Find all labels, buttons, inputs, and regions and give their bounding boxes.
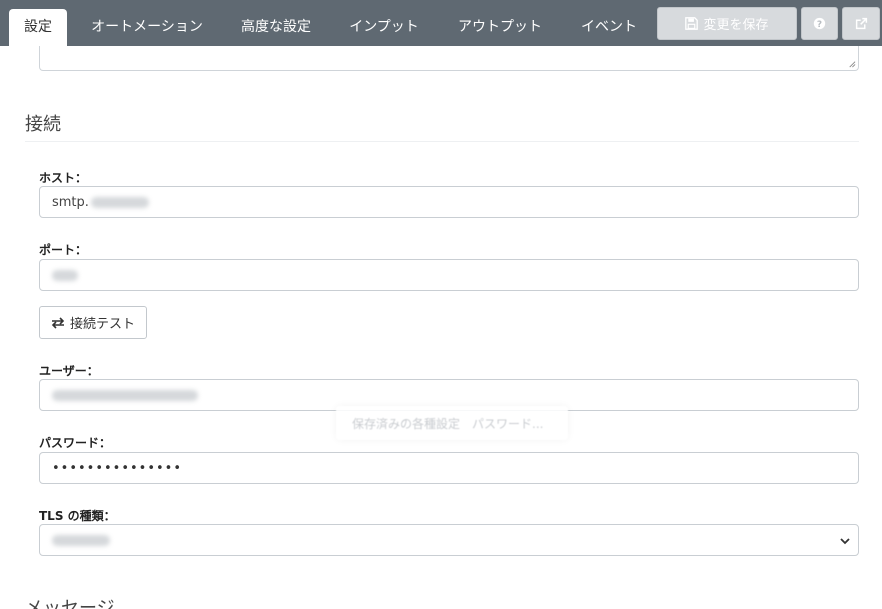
tls-type-select[interactable] (39, 524, 859, 556)
redacted-port (52, 269, 78, 281)
chevron-down-icon (840, 538, 850, 545)
host-label: ホスト： (39, 171, 88, 185)
tab-advanced-settings[interactable]: 高度な設定 (230, 9, 322, 46)
top-tab-bar: 設定 オートメーション 高度な設定 インプット アウトプット イベント 変更を保… (0, 0, 882, 46)
autofill-popup[interactable]: 保存済みの各種設定 パスワード... (336, 406, 568, 440)
tab-input[interactable]: インプット (340, 9, 428, 46)
connection-test-button[interactable]: 接続テスト (39, 306, 147, 339)
redacted-tls-value (52, 534, 110, 546)
help-button[interactable]: ? (801, 7, 838, 40)
host-input[interactable]: smtp. (39, 186, 859, 218)
open-external-button[interactable] (842, 7, 880, 40)
port-input[interactable] (39, 259, 859, 291)
port-label: ポート： (39, 243, 88, 257)
redacted-user (52, 389, 198, 401)
save-changes-button[interactable]: 変更を保存 (657, 7, 797, 40)
exchange-arrows-icon (51, 316, 65, 329)
description-textarea[interactable] (39, 46, 859, 71)
host-value: smtp. (52, 194, 89, 210)
external-link-icon (855, 17, 867, 30)
resize-handle-icon[interactable] (847, 59, 856, 68)
tab-automation[interactable]: オートメーション (80, 9, 214, 46)
tls-type-label: TLS の種類： (39, 509, 116, 523)
section-title-connection: 接続 (25, 114, 61, 135)
question-circle-icon: ? (813, 17, 826, 30)
svg-text:?: ? (817, 20, 822, 30)
password-value: ••••••••••••••• (52, 460, 183, 476)
tab-events[interactable]: イベント (570, 9, 648, 46)
tab-settings[interactable]: 設定 (9, 9, 67, 46)
connection-test-label: 接続テスト (69, 317, 135, 332)
redacted-host (90, 196, 149, 208)
user-label: ユーザー： (39, 364, 99, 378)
section-title-message: メッセージ (25, 598, 115, 609)
save-changes-label: 変更を保存 (703, 18, 769, 33)
password-label: パスワード： (39, 436, 112, 450)
floppy-disk-icon (685, 17, 699, 30)
autofill-popup-text: 保存済みの各種設定 パスワード... (352, 416, 544, 431)
password-input[interactable]: ••••••••••••••• (39, 452, 859, 484)
tab-output[interactable]: アウトプット (448, 9, 552, 46)
section-divider (25, 141, 859, 142)
